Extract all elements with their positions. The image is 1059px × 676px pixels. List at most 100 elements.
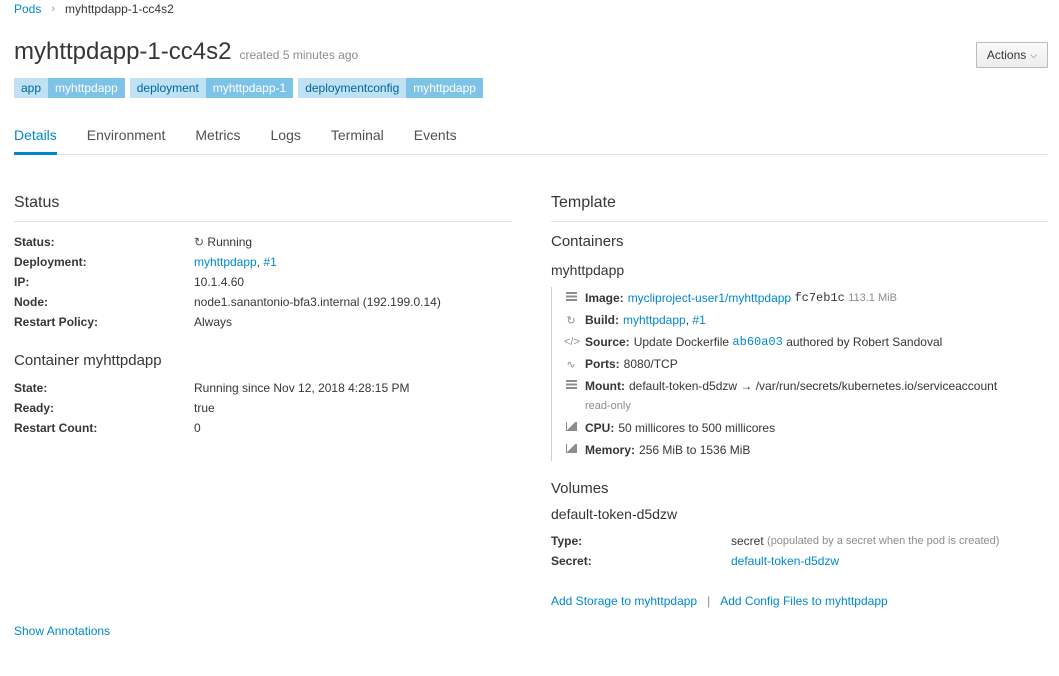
node-row: Node: node1.sanantonio-bfa3.internal (19…	[14, 292, 441, 312]
status-value: ↻ Running	[194, 232, 252, 252]
database-icon	[564, 380, 578, 392]
area-chart-icon	[564, 422, 578, 434]
image-row: Image: mycliproject-user1/myhttpdapp fc7…	[564, 287, 997, 309]
image-stack-icon	[564, 292, 578, 304]
breadcrumb-pods-link[interactable]: Pods	[14, 2, 41, 16]
volume-type-label: Type:	[551, 534, 583, 548]
add-storage-link[interactable]: Add Storage to myhttpdapp	[551, 594, 697, 608]
label-deploymentconfig[interactable]: deploymentconfig myhttpdapp	[298, 78, 483, 98]
label-value[interactable]: myhttpdapp	[406, 78, 483, 98]
volume-actions: Add Storage to myhttpdapp | Add Config F…	[551, 594, 888, 608]
chevron-down-icon: ⌵	[1030, 49, 1038, 60]
ip-row: IP: 10.1.4.60	[14, 272, 244, 292]
ports-value: 8080/TCP	[623, 357, 678, 371]
deployment-link[interactable]: myhttpdapp	[194, 255, 257, 269]
tab-logs[interactable]: Logs	[271, 127, 301, 155]
actions-dropdown-button[interactable]: Actions ⌵	[976, 42, 1048, 68]
ip-value: 10.1.4.60	[194, 275, 245, 289]
deployment-row: Deployment: myhttpdapp, #1	[14, 252, 277, 272]
cpu-row: CPU: 50 millicores to 500 millicores	[564, 417, 997, 439]
area-chart-icon	[564, 444, 578, 456]
tab-events[interactable]: Events	[414, 127, 457, 155]
build-number-link[interactable]: #1	[692, 313, 705, 327]
status-text: Running	[207, 235, 253, 249]
mount-mode: read-only	[585, 400, 631, 412]
tab-environment[interactable]: Environment	[87, 127, 166, 155]
label-key[interactable]: deployment	[129, 78, 206, 98]
restart-count-value: 0	[194, 421, 201, 435]
tab-metrics[interactable]: Metrics	[195, 127, 240, 155]
container-details-list: Image: mycliproject-user1/myhttpdapp fc7…	[551, 287, 997, 461]
restart-policy-label: Restart Policy:	[14, 315, 99, 329]
state-label: State:	[14, 381, 48, 395]
source-commit-link[interactable]: ab60a03	[732, 335, 782, 349]
restart-count-label: Restart Count:	[14, 421, 98, 435]
page-header: myhttpdapp-1-cc4s2 created 5 minutes ago	[14, 38, 358, 66]
memory-label: Memory:	[585, 443, 636, 457]
ready-value: true	[194, 401, 215, 415]
volumes-heading: Volumes	[551, 480, 609, 497]
add-config-files-link[interactable]: Add Config Files to myhttpdapp	[720, 594, 887, 608]
breadcrumb: Pods › myhttpdapp-1-cc4s2	[14, 2, 174, 16]
created-timestamp: created 5 minutes ago	[239, 48, 359, 62]
container-heading: Container myhttpdapp	[14, 352, 162, 369]
status-row: Status: ↻ Running	[14, 232, 252, 252]
volume-name: default-token-d5dzw	[551, 506, 678, 522]
label-app[interactable]: app myhttpdapp	[14, 78, 125, 98]
status-heading: Status	[14, 194, 60, 211]
status-divider	[14, 221, 512, 222]
refresh-icon: ↻	[194, 235, 205, 249]
template-divider	[551, 221, 1048, 222]
refresh-icon: ↻	[566, 314, 576, 327]
show-annotations-link[interactable]: Show Annotations	[14, 624, 110, 638]
image-hash: fc7eb1c	[794, 291, 845, 305]
source-text: Update Dockerfile	[633, 335, 730, 349]
deployment-number-link[interactable]: #1	[263, 255, 276, 269]
node-label: Node:	[14, 295, 48, 309]
state-row: State: Running since Nov 12, 2018 4:28:1…	[14, 378, 409, 398]
build-link[interactable]: myhttpdapp	[623, 313, 686, 327]
label-value[interactable]: myhttpdapp-1	[205, 78, 294, 98]
cpu-value: 50 millicores to 500 millicores	[618, 421, 776, 435]
breadcrumb-current: myhttpdapp-1-cc4s2	[65, 2, 174, 16]
deployment-label: Deployment:	[14, 255, 87, 269]
label-key[interactable]: deploymentconfig	[298, 78, 407, 98]
tab-details[interactable]: Details	[14, 127, 57, 155]
memory-row: Memory: 256 MiB to 1536 MiB	[564, 439, 997, 461]
mount-label: Mount:	[585, 379, 625, 393]
label-key[interactable]: app	[14, 78, 49, 98]
volume-type-value: secret	[731, 534, 764, 548]
volume-type-note: (populated by a secret when the pod is c…	[767, 535, 1000, 547]
template-heading: Template	[551, 194, 616, 211]
restart-count-row: Restart Count: 0	[14, 418, 201, 438]
actions-label: Actions	[986, 48, 1027, 62]
pod-labels: app myhttpdapp deployment myhttpdapp-1 d…	[14, 78, 483, 98]
source-label: Source:	[585, 335, 630, 349]
status-label: Status:	[14, 235, 55, 249]
deployment-separator: ,	[256, 255, 261, 269]
volume-secret-row: Secret: default-token-d5dzw	[551, 551, 839, 571]
image-link[interactable]: mycliproject-user1/myhttpdapp	[628, 291, 791, 305]
label-value[interactable]: myhttpdapp	[48, 78, 125, 98]
mount-row: Mount: default-token-d5dzw → /var/run/se…	[564, 375, 997, 397]
mount-value: default-token-d5dzw → /var/run/secrets/k…	[628, 379, 998, 393]
node-value: node1.sanantonio-bfa3.internal (192.199.…	[194, 295, 441, 309]
volume-secret-label: Secret:	[551, 554, 592, 568]
ports-label: Ports:	[585, 357, 620, 371]
template-container-name: myhttpdapp	[551, 262, 625, 278]
cpu-label: CPU:	[585, 421, 615, 435]
build-row: ↻ Build: myhttpdapp, #1	[564, 309, 997, 331]
build-label: Build:	[585, 313, 619, 327]
page-title: myhttpdapp-1-cc4s2	[14, 38, 232, 65]
volume-type-row: Type: secret (populated by a secret when…	[551, 531, 999, 551]
source-row: </> Source: Update Dockerfile ab60a03 au…	[564, 331, 997, 353]
memory-value: 256 MiB to 1536 MiB	[639, 443, 751, 457]
label-deployment[interactable]: deployment myhttpdapp-1	[129, 78, 294, 98]
tab-terminal[interactable]: Terminal	[331, 127, 384, 155]
volume-secret-link[interactable]: default-token-d5dzw	[731, 551, 839, 571]
build-separator: ,	[685, 313, 690, 327]
code-icon: </>	[564, 336, 580, 348]
containers-heading: Containers	[551, 233, 624, 250]
ready-label: Ready:	[14, 401, 55, 415]
image-label: Image:	[585, 291, 624, 305]
